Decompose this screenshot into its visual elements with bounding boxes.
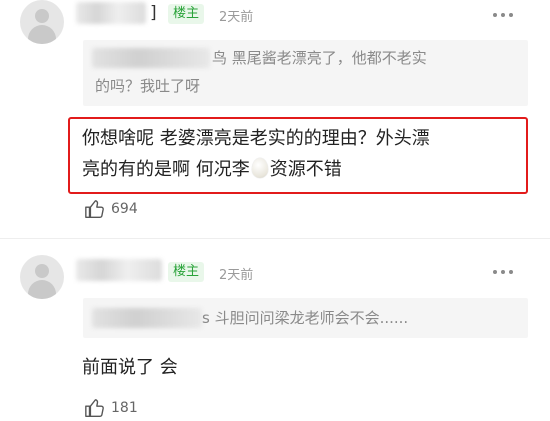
like-count: 181: [111, 400, 138, 416]
thumbs-up-icon[interactable]: [84, 198, 106, 220]
avatar[interactable]: [20, 255, 64, 299]
comment-content: 你想啥呢 老婆漂亮是老实的的理由？外头漂 亮的有的是啊 何况李 资源不错: [82, 123, 522, 185]
comment-content: 前面说了 会: [82, 357, 178, 378]
more-options-icon[interactable]: [493, 270, 515, 276]
username-blurred[interactable]: [76, 2, 146, 24]
quoted-username-blurred: [92, 48, 210, 68]
divider: [0, 238, 550, 239]
quoted-username-blurred: [92, 308, 202, 328]
egg-icon: [251, 158, 268, 178]
comment-time: 2天前: [219, 10, 254, 25]
thumbs-up-icon[interactable]: [84, 397, 106, 419]
owner-badge: 楼主: [168, 262, 205, 282]
username-bracket: ]: [150, 3, 157, 23]
like-count: 694: [111, 201, 138, 217]
more-options-icon[interactable]: [493, 13, 515, 19]
quoted-text-line1: 鸟 黑尾酱老漂亮了，他都不老实: [212, 49, 427, 67]
avatar[interactable]: [20, 0, 64, 44]
content-line-2: 亮的有的是啊 何况李 资源不错: [82, 154, 522, 185]
content-line-1: 你想啥呢 老婆漂亮是老实的的理由？外头漂: [82, 128, 430, 149]
comment-time: 2天前: [219, 268, 254, 283]
content-line-2b: 资源不错: [269, 159, 342, 180]
username-blurred[interactable]: [76, 259, 162, 281]
quoted-text-line2: 的吗？我吐了呀: [95, 77, 201, 95]
content-line-2a: 亮的有的是啊 何况李: [82, 159, 250, 180]
quoted-text: s 斗胆问问梁龙老师会不会......: [202, 309, 409, 327]
owner-badge: 楼主: [168, 4, 205, 24]
